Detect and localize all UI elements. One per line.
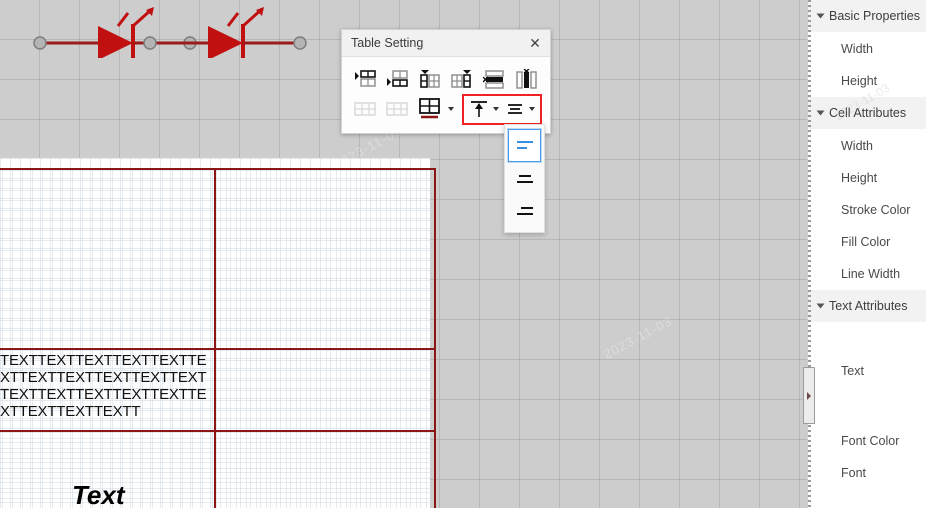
sidebar-group-text-attributes[interactable]: Text Attributes xyxy=(808,290,926,323)
align-button-group-highlight xyxy=(461,93,542,125)
properties-sidebar: 2023-11-03 Basic Properties Width Height… xyxy=(803,0,926,508)
table-cell[interactable] xyxy=(214,348,436,432)
align-top-option[interactable] xyxy=(508,129,541,162)
sidebar-item-basic-height[interactable]: Height xyxy=(808,65,926,97)
sidebar-item-stroke-color[interactable]: Stroke Color xyxy=(808,194,926,226)
insert-column-right-button[interactable] xyxy=(447,65,477,93)
split-cells-icon xyxy=(386,102,409,116)
table-cell-text xyxy=(0,170,214,172)
sidebar-item-label: Font Color xyxy=(841,434,900,448)
table-setting-titlebar[interactable]: Table Setting ✕ xyxy=(342,30,550,57)
sidebar-item-fill-color[interactable]: Fill Color xyxy=(808,226,926,258)
table-cell[interactable] xyxy=(214,430,436,508)
vertical-align-top-icon xyxy=(470,101,487,117)
sidebar-spacer xyxy=(808,387,926,425)
insert-row-below-button[interactable] xyxy=(382,65,412,93)
sidebar-item-label: Width xyxy=(841,42,873,56)
delete-column-button[interactable] xyxy=(512,65,542,93)
table-setting-body xyxy=(342,57,550,133)
table-row[interactable]: TEXTTEXTTEXTTEXTTEXTTEXTTEXTTEXTTEXTTEXT… xyxy=(0,348,436,432)
sidebar-item-label: Height xyxy=(841,74,878,88)
table-setting-row-2 xyxy=(350,93,542,125)
table-cell[interactable]: Text xyxy=(0,430,216,508)
merge-cells-icon xyxy=(354,102,376,116)
canvas-watermark: 2023-11-03 xyxy=(600,313,675,362)
delete-column-icon xyxy=(516,69,537,89)
horizontal-align-button[interactable] xyxy=(502,95,528,123)
table-cell-text: Text xyxy=(72,480,125,508)
table-cell-selected[interactable] xyxy=(0,168,216,350)
border-style-button[interactable] xyxy=(415,95,445,123)
table-setting-row-1 xyxy=(350,64,542,94)
sidebar-item-basic-width[interactable]: Width xyxy=(808,33,926,65)
align-middle-icon xyxy=(516,174,533,183)
sidebar-item-cell-width[interactable]: Width xyxy=(808,130,926,162)
sidebar-splitter-handle[interactable] xyxy=(803,367,815,424)
sidebar-item-text[interactable]: Text xyxy=(808,355,926,387)
align-top-icon xyxy=(516,140,533,149)
horizontal-align-icon xyxy=(507,104,522,114)
sidebar-item-label: Line Width xyxy=(841,267,901,281)
chevron-down-icon xyxy=(816,110,825,116)
sidebar-spacer xyxy=(808,323,926,355)
table-cell[interactable]: TEXTTEXTTEXTTEXTTEXTTEXTTEXTTEXTTEXTTEXT… xyxy=(0,348,216,432)
insert-row-above-icon xyxy=(355,70,376,87)
chevron-down-icon xyxy=(816,13,825,19)
insert-row-above-button[interactable] xyxy=(350,65,380,93)
sidebar-group-cell-attributes[interactable]: Cell Attributes xyxy=(808,97,926,130)
table-cell[interactable] xyxy=(214,168,436,350)
led-symbol-2[interactable] xyxy=(140,6,340,63)
sidebar-group-label: Basic Properties xyxy=(829,9,921,23)
sidebar-item-font[interactable]: Font xyxy=(808,457,926,489)
border-style-icon xyxy=(418,98,440,119)
align-bottom-icon xyxy=(516,206,533,215)
sidebar-item-label: Fill Color xyxy=(841,235,891,249)
table-setting-title: Table Setting xyxy=(351,36,424,50)
sidebar-item-line-width[interactable]: Line Width xyxy=(808,258,926,290)
horizontal-align-caret-icon[interactable] xyxy=(528,107,535,111)
close-icon[interactable]: ✕ xyxy=(527,35,543,51)
chevron-down-icon xyxy=(816,303,825,309)
vertical-align-button[interactable] xyxy=(466,95,492,123)
table-row[interactable]: Text xyxy=(0,430,436,508)
vertical-align-dropdown[interactable] xyxy=(504,124,545,233)
delete-row-button[interactable] xyxy=(479,65,509,93)
table-cell-text xyxy=(216,170,434,172)
sidebar-group-label: Cell Attributes xyxy=(829,106,907,120)
sidebar-item-label: Font xyxy=(841,466,867,480)
vertical-align-caret-icon[interactable] xyxy=(492,107,499,111)
insert-column-right-icon xyxy=(451,70,472,88)
sidebar-item-label: Text xyxy=(841,364,864,378)
insert-column-left-icon xyxy=(420,70,440,88)
split-cells-button[interactable] xyxy=(382,95,412,123)
table-shape[interactable]: TEXTTEXTTEXTTEXTTEXTTEXTTEXTTEXTTEXTTEXT… xyxy=(0,168,436,508)
sidebar-item-label: Width xyxy=(841,139,873,153)
table-setting-panel[interactable]: Table Setting ✕ xyxy=(341,29,551,134)
align-middle-option[interactable] xyxy=(508,163,541,194)
sidebar-item-font-color[interactable]: Font Color xyxy=(808,425,926,457)
align-bottom-option[interactable] xyxy=(508,195,541,226)
table-row[interactable] xyxy=(0,168,436,350)
led-symbol-2-glyph xyxy=(143,7,307,62)
table-cell-text xyxy=(216,432,434,434)
insert-column-left-button[interactable] xyxy=(415,65,445,93)
border-style-caret-icon[interactable] xyxy=(447,107,454,111)
sidebar-group-basic-properties[interactable]: Basic Properties xyxy=(808,0,926,33)
sidebar-item-cell-height[interactable]: Height xyxy=(808,162,926,194)
sidebar-item-label: Stroke Color xyxy=(841,203,911,217)
merge-cells-button[interactable] xyxy=(350,95,380,123)
sidebar-item-label: Height xyxy=(841,171,878,185)
insert-row-below-icon xyxy=(387,70,409,87)
splitter-grip-icon xyxy=(807,391,811,400)
table-cell-text xyxy=(216,350,434,352)
sidebar-group-label: Text Attributes xyxy=(829,299,908,313)
delete-row-icon xyxy=(483,70,505,89)
table-cell-text: TEXTTEXTTEXTTEXTTEXTTEXTTEXTTEXTTEXTTEXT… xyxy=(0,352,207,420)
sidebar-rail xyxy=(808,0,811,508)
